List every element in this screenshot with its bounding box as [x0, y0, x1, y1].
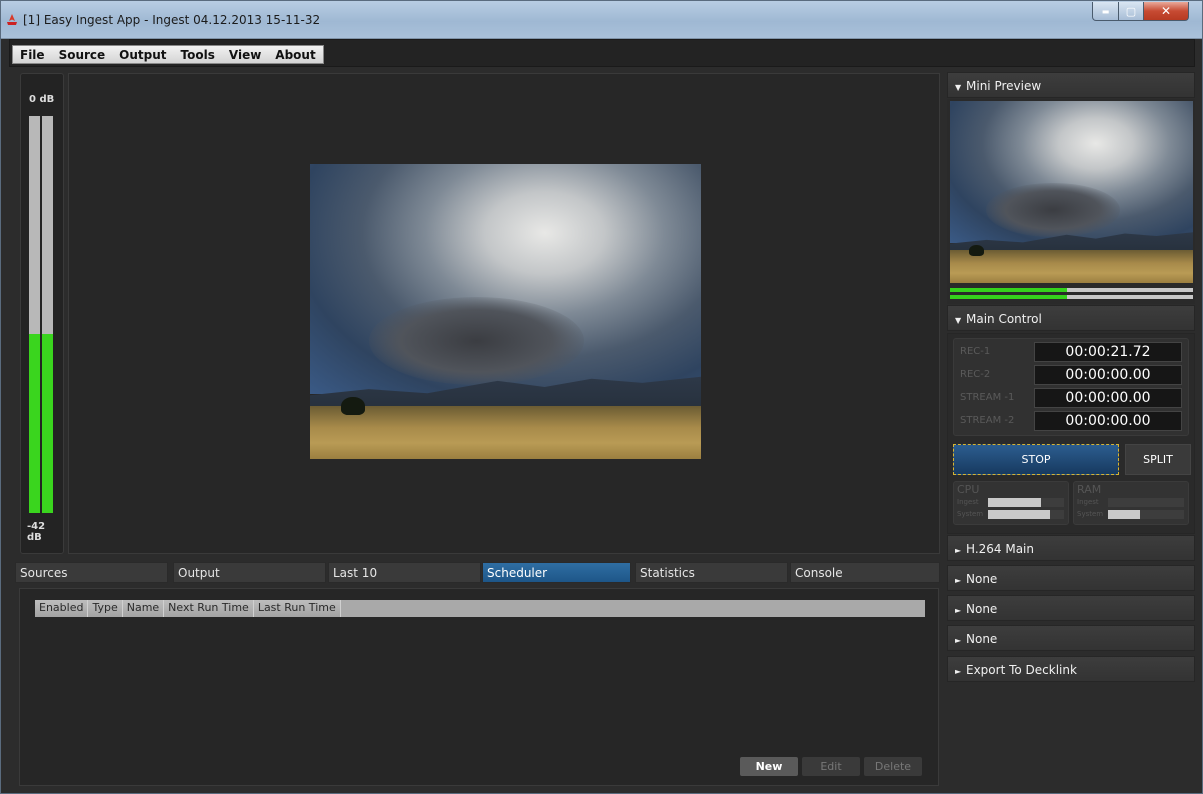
close-button[interactable]: ✕	[1143, 2, 1189, 21]
cpu-title: CPU	[957, 483, 980, 496]
ram-title: RAM	[1077, 483, 1102, 496]
video-preview-frame	[310, 164, 701, 459]
meter-left-channel	[29, 116, 40, 513]
collapsed-arrow-icon: ►	[955, 636, 962, 645]
scheduler-table-header: Enabled Type Name Next Run Time Last Run…	[35, 600, 925, 617]
section-main-control-header[interactable]: ▼ Main Control	[947, 305, 1195, 331]
section-none-2-header[interactable]: ► None	[947, 595, 1195, 621]
column-header-last-run-time[interactable]: Last Run Time	[253, 600, 341, 617]
scheduler-actions: New Edit Delete	[740, 757, 922, 776]
scheduler-panel: Enabled Type Name Next Run Time Last Run…	[19, 588, 939, 786]
main-control-panel: REC-1 00:00:21.72 REC-2 00:00:00.00 STRE…	[947, 333, 1195, 534]
cpu-ingest-fill	[988, 498, 1042, 507]
mini-meter-right	[950, 295, 1193, 299]
meter-left-fill	[29, 334, 40, 513]
menu-about[interactable]: About	[268, 46, 322, 63]
cpu-system-fill	[988, 510, 1051, 519]
timer-label: REC-1	[960, 346, 991, 357]
tab-scheduler[interactable]: Scheduler	[482, 562, 631, 583]
audio-level-meter: 0 dB -42 dB	[20, 73, 64, 554]
section-mini-preview-header[interactable]: ▼ Mini Preview	[947, 72, 1195, 98]
menu-view[interactable]: View	[222, 46, 268, 63]
ram-usage-box: RAM Ingest System	[1073, 481, 1189, 525]
ram-ingest-row: Ingest	[1077, 498, 1185, 508]
section-export-decklink-header[interactable]: ► Export To Decklink	[947, 656, 1195, 682]
tab-sources[interactable]: Sources	[15, 562, 168, 583]
cpu-system-row: System	[957, 510, 1065, 520]
title-bar: [1] Easy Ingest App - Ingest 04.12.2013 …	[1, 1, 1202, 39]
recording-timers: REC-1 00:00:21.72 REC-2 00:00:00.00 STRE…	[953, 338, 1189, 436]
menu-tools[interactable]: Tools	[174, 46, 222, 63]
mini-preview-panel	[947, 99, 1195, 304]
section-h264-main-header[interactable]: ► H.264 Main	[947, 535, 1195, 561]
minimize-button[interactable]: ▬	[1092, 2, 1119, 21]
menu-file[interactable]: File	[13, 46, 52, 63]
new-button[interactable]: New	[740, 757, 798, 776]
meter-right-fill	[42, 334, 53, 513]
close-icon: ✕	[1160, 4, 1172, 18]
split-button[interactable]: SPLIT	[1125, 444, 1191, 475]
column-header-type[interactable]: Type	[88, 600, 123, 617]
ram-system-row: System	[1077, 510, 1185, 520]
stop-button[interactable]: STOP	[953, 444, 1119, 475]
maximize-button[interactable]: ▢	[1118, 2, 1144, 21]
timer-row-stream-1: STREAM -1 00:00:00.00	[954, 388, 1188, 409]
timer-row-rec-2: REC-2 00:00:00.00	[954, 365, 1188, 386]
mini-meter-left-fill	[950, 288, 1067, 292]
menu-source[interactable]: Source	[52, 46, 113, 63]
section-none-1-header[interactable]: ► None	[947, 565, 1195, 591]
app-window: [1] Easy Ingest App - Ingest 04.12.2013 …	[0, 0, 1203, 794]
video-preview-area	[68, 73, 940, 554]
mini-meter-left	[950, 288, 1193, 292]
bottom-tab-bar: Sources Output Last 10 Scheduler Statist…	[15, 562, 940, 583]
collapsed-arrow-icon: ►	[955, 546, 962, 555]
mini-preview-frame	[950, 101, 1193, 283]
edit-button[interactable]: Edit	[802, 757, 860, 776]
tab-console[interactable]: Console	[790, 562, 940, 583]
meter-top-label: 0 dB	[29, 94, 55, 105]
mini-meter-right-fill	[950, 295, 1067, 299]
timer-label: REC-2	[960, 369, 991, 380]
meter-bottom-label: -42 dB	[27, 521, 46, 543]
timer-value: 00:00:00.00	[1034, 388, 1182, 408]
delete-button[interactable]: Delete	[864, 757, 922, 776]
ram-system-fill	[1108, 510, 1140, 519]
collapsed-arrow-icon: ►	[955, 576, 962, 585]
column-header-next-run-time[interactable]: Next Run Time	[164, 600, 254, 617]
menu-output[interactable]: Output	[112, 46, 173, 63]
meter-right-channel	[42, 116, 53, 513]
minimize-icon: ▬	[1101, 6, 1110, 16]
window-title: [1] Easy Ingest App - Ingest 04.12.2013 …	[23, 13, 321, 27]
expanded-arrow-icon: ▼	[955, 316, 962, 325]
collapsed-arrow-icon: ►	[955, 667, 962, 676]
maximize-icon: ▢	[1125, 4, 1137, 18]
column-header-enabled[interactable]: Enabled	[35, 600, 89, 617]
tab-statistics[interactable]: Statistics	[635, 562, 788, 583]
collapsed-arrow-icon: ►	[955, 606, 962, 615]
cpu-ingest-row: Ingest	[957, 498, 1065, 508]
timer-value: 00:00:00.00	[1034, 411, 1182, 431]
tab-last-10[interactable]: Last 10	[328, 562, 481, 583]
app-logo-icon	[7, 14, 17, 25]
column-header-name[interactable]: Name	[122, 600, 165, 617]
timer-value: 00:00:00.00	[1034, 365, 1182, 385]
timer-row-stream-2: STREAM -2 00:00:00.00	[954, 411, 1188, 432]
timer-label: STREAM -2	[960, 415, 1015, 426]
timer-label: STREAM -1	[960, 392, 1015, 403]
timer-row-rec-1: REC-1 00:00:21.72	[954, 342, 1188, 363]
section-none-3-header[interactable]: ► None	[947, 625, 1195, 651]
timer-value: 00:00:21.72	[1034, 342, 1182, 362]
menu-bar: File Source Output Tools View About	[12, 45, 324, 64]
right-sidebar: ▼ Mini Preview ▼ Main Control REC-1 00:0…	[947, 72, 1196, 786]
expanded-arrow-icon: ▼	[955, 83, 962, 92]
cpu-usage-box: CPU Ingest System	[953, 481, 1069, 525]
tab-output[interactable]: Output	[173, 562, 326, 583]
